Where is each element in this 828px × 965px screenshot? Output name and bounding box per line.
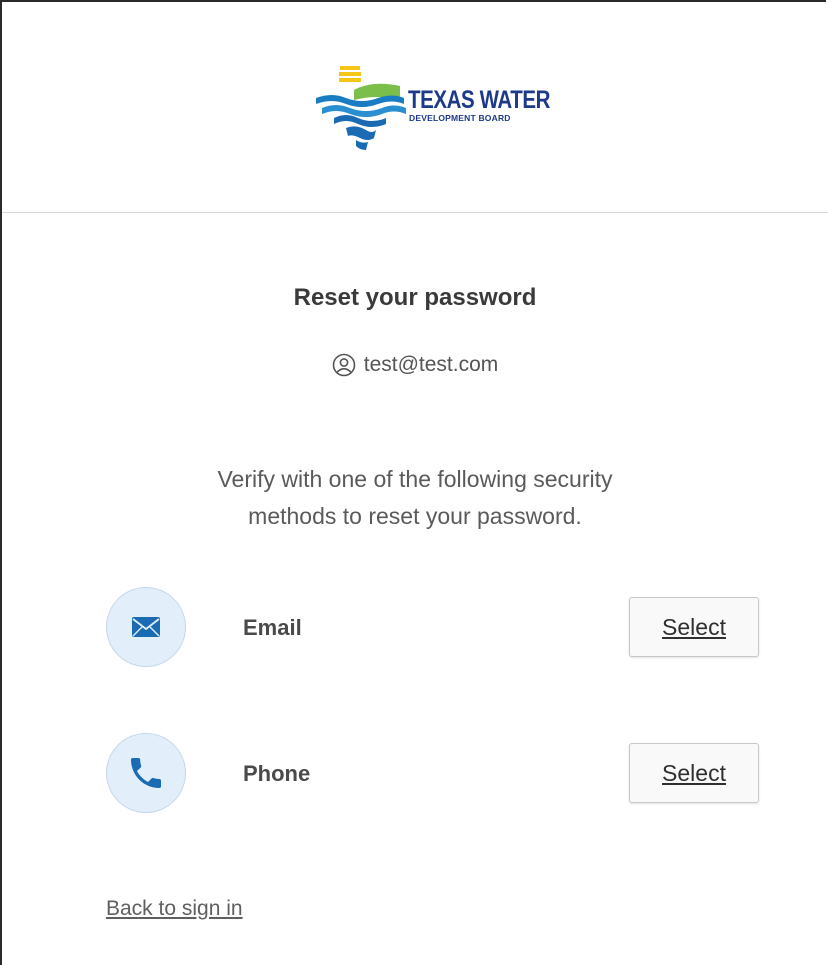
instructions: Verify with one of the following securit… <box>2 461 828 535</box>
select-phone-button[interactable]: Select <box>629 743 759 803</box>
username-text: test@test.com <box>363 353 499 376</box>
select-email-button[interactable]: Select <box>629 597 759 657</box>
logo-title: TEXAS WATER <box>408 86 551 114</box>
card-header: TEXAS WATER DEVELOPMENT BOARD <box>2 2 828 213</box>
user-identifier: test@test.com <box>2 353 828 383</box>
phone-method-icon <box>106 733 186 813</box>
email-method-icon <box>106 587 186 667</box>
back-to-sign-in-link[interactable]: Back to sign in <box>106 897 243 921</box>
email-method-label: Email <box>243 615 302 640</box>
user-icon <box>332 353 356 377</box>
logo-emblem-icon <box>316 66 406 150</box>
method-email: Email Select <box>106 587 766 671</box>
texas-water-logo: TEXAS WATER DEVELOPMENT BOARD <box>312 60 562 155</box>
instructions-line-1: Verify with one of the following securit… <box>217 466 613 492</box>
envelope-icon <box>132 617 160 637</box>
method-phone: Phone Select <box>106 733 766 817</box>
phone-icon <box>131 758 161 788</box>
page-title: Reset your password <box>293 284 537 311</box>
phone-method-label: Phone <box>243 761 311 786</box>
reset-password-card: TEXAS WATER DEVELOPMENT BOARD Reset your… <box>0 0 828 965</box>
instructions-line-2: methods to reset your password. <box>248 503 582 529</box>
logo-subtitle: DEVELOPMENT BOARD <box>409 113 511 123</box>
